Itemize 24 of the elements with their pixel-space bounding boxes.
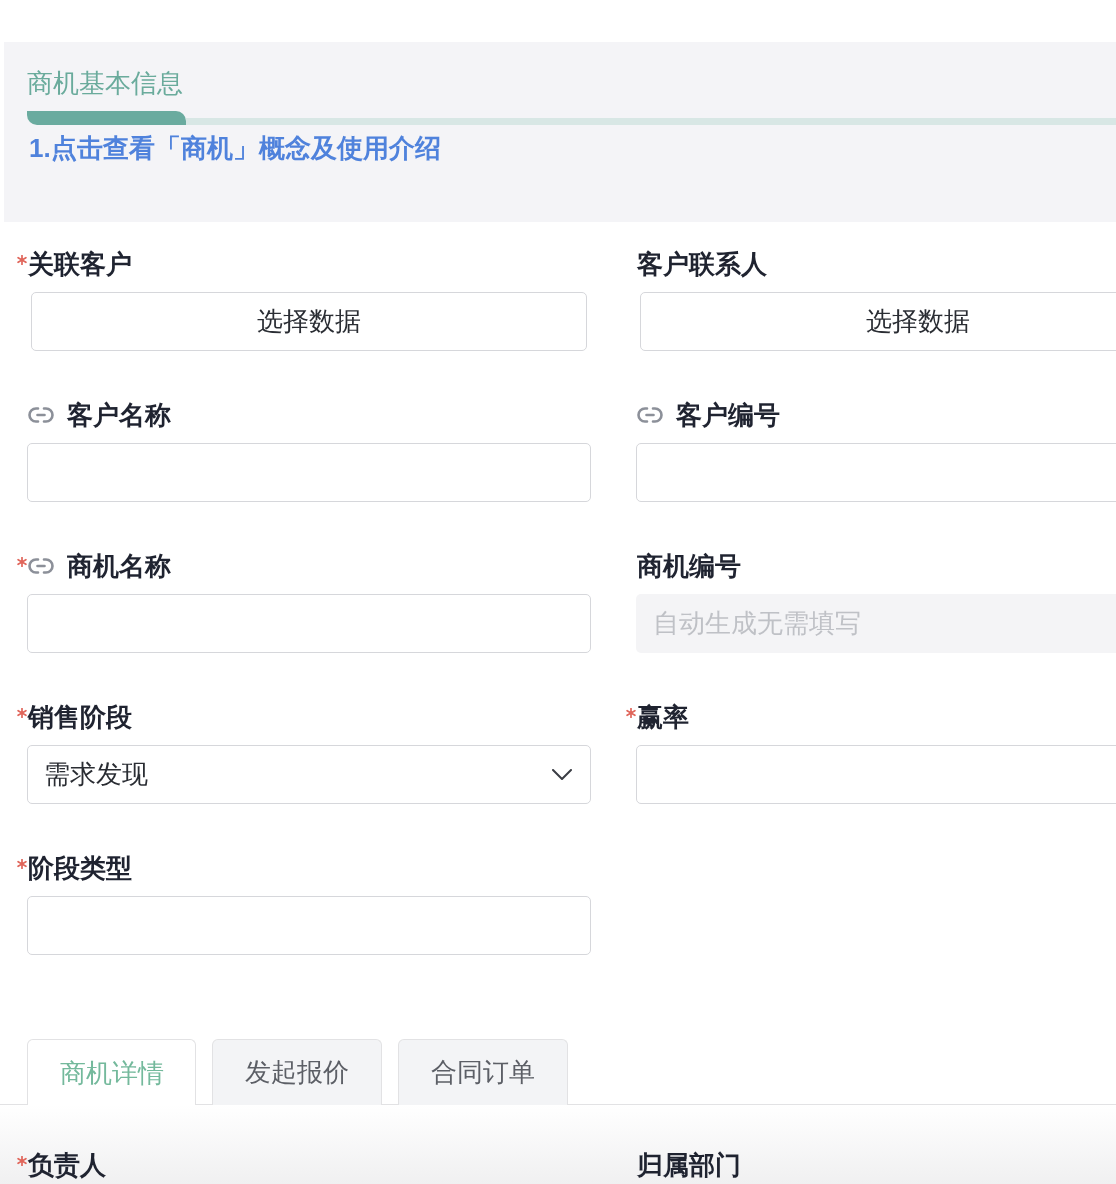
field-label: 商机名称 [67, 550, 171, 582]
chevron-down-icon [552, 769, 572, 780]
dropdown-field[interactable]: 需求发现 [27, 745, 591, 804]
field-label: 客户编号 [676, 399, 780, 431]
input-field[interactable] [27, 896, 591, 955]
select-data-button[interactable]: 选择数据 [640, 292, 1116, 351]
field-label: 客户联系人 [637, 248, 767, 280]
field-label: 赢率 [637, 701, 689, 733]
field-label: 客户名称 [67, 399, 171, 431]
input-field[interactable] [27, 594, 591, 653]
select-data-button[interactable]: 选择数据 [31, 292, 587, 351]
input-field[interactable] [636, 745, 1116, 804]
guide-link[interactable]: 1.点击查看「商机」概念及使用介绍 [29, 132, 441, 164]
field-label: 关联客户 [28, 248, 132, 280]
tab[interactable]: 合同订单 [398, 1039, 568, 1105]
field-label: 商机编号 [637, 550, 741, 582]
section-title: 商机基本信息 [27, 67, 183, 99]
field-label: 归属部门 [637, 1149, 741, 1181]
field-label: 阶段类型 [28, 852, 132, 884]
field-label: 销售阶段 [28, 701, 132, 733]
field-label: 负责人 [28, 1149, 106, 1181]
input-field[interactable] [27, 443, 591, 502]
tab[interactable]: 发起报价 [212, 1039, 382, 1105]
input-field[interactable] [636, 443, 1116, 502]
